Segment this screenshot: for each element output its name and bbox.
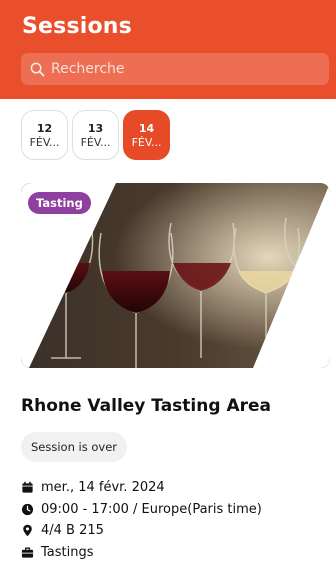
date-day: 12 (36, 121, 53, 135)
page-title: Sessions (22, 14, 132, 39)
search-placeholder: Recherche (51, 61, 125, 77)
location-row: 4/4 B 215 (21, 520, 262, 542)
date-month: FÉV... (131, 135, 162, 149)
session-time: 09:00 - 17:00 / Europe(Paris time) (41, 501, 262, 517)
session-details: mer., 14 févr. 2024 09:00 - 17:00 / Euro… (21, 477, 262, 563)
session-image[interactable]: Tasting (21, 183, 330, 368)
time-row: 09:00 - 17:00 / Europe(Paris time) (21, 499, 262, 521)
date-day: 14 (138, 121, 155, 135)
status-badge: Session is over (21, 432, 128, 462)
date-day: 13 (87, 121, 104, 135)
date-month: FÉV... (80, 135, 111, 149)
calendar-icon (22, 481, 33, 493)
session-title: Rhone Valley Tasting Area (21, 396, 271, 416)
search-input[interactable]: Recherche (21, 53, 329, 85)
category-row: Tastings (21, 542, 262, 564)
map-pin-icon (23, 524, 32, 537)
app-header: Sessions Recherche (0, 0, 336, 99)
category-tag: Tasting (28, 192, 91, 214)
date-pill-14-selected[interactable]: 14 FÉV... (123, 110, 170, 160)
date-pill-13[interactable]: 13 FÉV... (72, 110, 119, 160)
date-pill-12[interactable]: 12 FÉV... (21, 110, 68, 160)
date-row: mer., 14 févr. 2024 (21, 477, 262, 499)
search-icon (30, 62, 45, 76)
session-location: 4/4 B 215 (41, 523, 104, 539)
date-selector: 12 FÉV... 13 FÉV... 14 FÉV... (21, 110, 170, 160)
session-category: Tastings (41, 544, 94, 560)
clock-icon (21, 503, 34, 515)
briefcase-icon (21, 547, 34, 558)
session-date: mer., 14 févr. 2024 (41, 480, 165, 496)
date-month: FÉV... (29, 135, 60, 149)
